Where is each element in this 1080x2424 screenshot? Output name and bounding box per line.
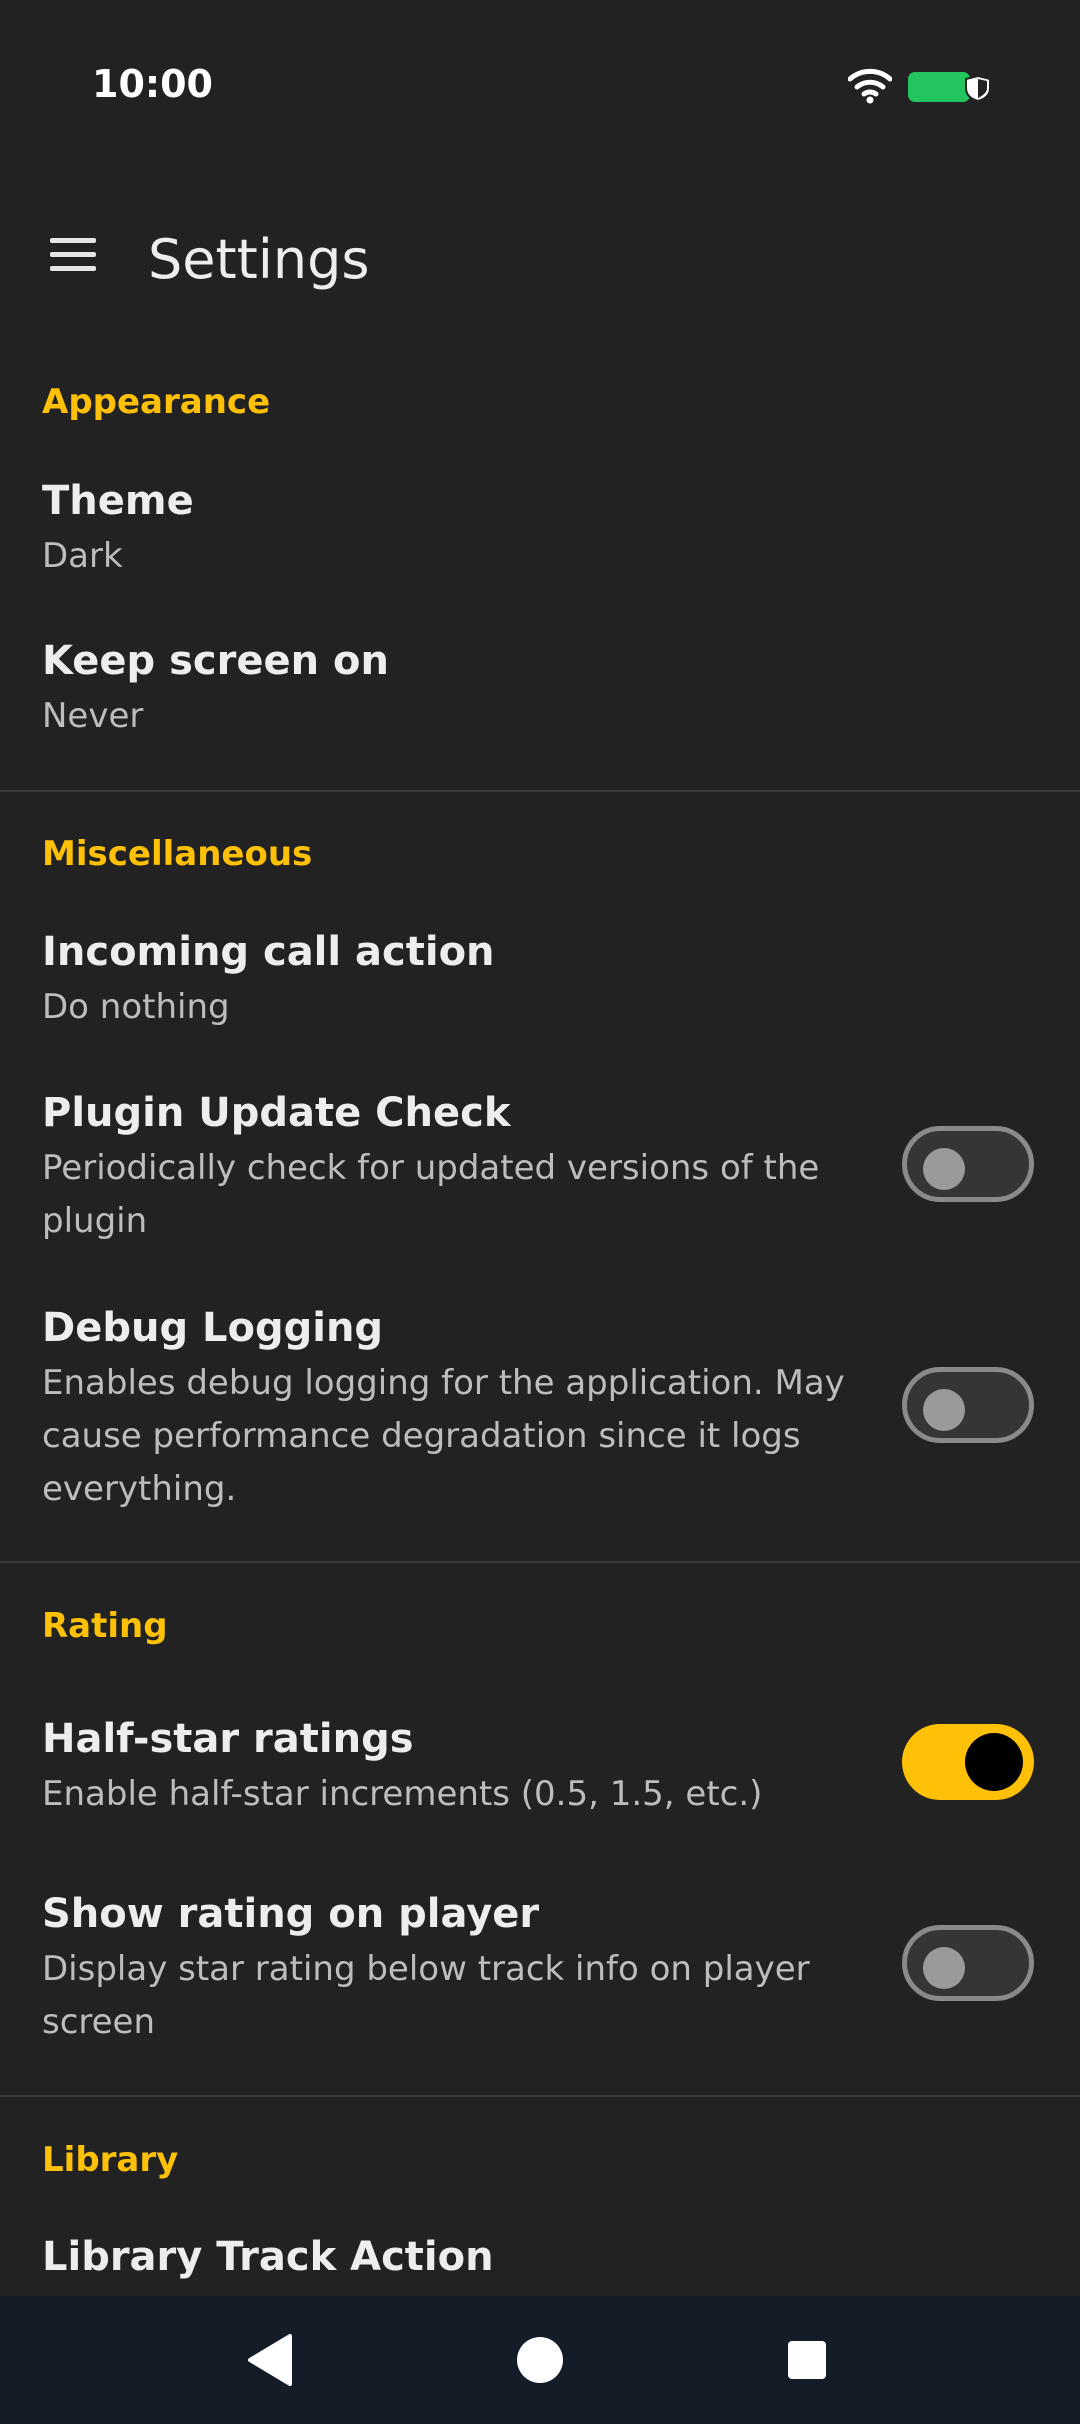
page-title: Settings [148, 228, 370, 291]
pref-summary: Dark [42, 536, 123, 576]
toggle-knob [923, 1148, 965, 1190]
pref-title: Library Track Action [42, 2234, 494, 2280]
divider [0, 1561, 1080, 1563]
section-header-library: Library [42, 2140, 179, 2180]
divider [0, 2095, 1080, 2097]
section-header-miscellaneous: Miscellaneous [42, 834, 313, 874]
pref-library-track-action[interactable]: Library Track Action [0, 2234, 1080, 2296]
pref-theme[interactable]: Theme Dark [0, 478, 1080, 588]
debug-logging-toggle[interactable] [902, 1367, 1034, 1443]
pref-title: Show rating on player [42, 1891, 540, 1937]
pref-summary: Do nothing [42, 987, 230, 1027]
pref-summary: Periodically check for updated versions … [42, 1148, 820, 1241]
pref-title: Theme [42, 478, 194, 524]
toggle-knob [923, 1389, 965, 1431]
toggle-knob [923, 1947, 965, 1989]
pref-title: Debug Logging [42, 1305, 384, 1351]
section-header-rating: Rating [42, 1606, 168, 1646]
pref-title: Incoming call action [42, 929, 495, 975]
home-icon [517, 2337, 563, 2383]
pref-incoming-call-action[interactable]: Incoming call action Do nothing [0, 929, 1080, 1039]
plugin-update-toggle[interactable] [902, 1126, 1034, 1202]
pref-summary: Enable half-star increments (0.5, 1.5, e… [42, 1774, 763, 1814]
status-time: 10:00 [92, 62, 213, 106]
pref-half-star-ratings[interactable]: Half-star ratings Enable half-star incre… [0, 1716, 1080, 1826]
recents-button[interactable] [747, 2296, 867, 2424]
battery-icon [908, 72, 991, 103]
back-button[interactable] [210, 2296, 330, 2424]
pref-debug-logging[interactable]: Debug Logging Enables debug logging for … [0, 1305, 1080, 1509]
pref-show-rating-on-player[interactable]: Show rating on player Display star ratin… [0, 1891, 1080, 2051]
status-bar: 10:00 [0, 0, 1080, 170]
home-button[interactable] [480, 2296, 600, 2424]
wifi-icon [848, 68, 892, 104]
pref-keep-screen-on[interactable]: Keep screen on Never [0, 638, 1080, 748]
settings-screen: 10:00 Settings Appearance Theme Dark Kee… [0, 0, 1080, 2424]
recents-icon [788, 2341, 826, 2379]
half-star-ratings-toggle[interactable] [902, 1724, 1034, 1800]
pref-summary: Never [42, 696, 144, 736]
system-nav-bar [0, 2296, 1080, 2424]
pref-summary: Enables debug logging for the applicatio… [42, 1363, 845, 1509]
hamburger-menu-icon[interactable] [44, 232, 104, 280]
pref-plugin-update-check[interactable]: Plugin Update Check Periodically check f… [0, 1090, 1080, 1250]
pref-title: Half-star ratings [42, 1716, 414, 1762]
divider [0, 790, 1080, 792]
pref-title: Keep screen on [42, 638, 389, 684]
back-icon [248, 2334, 292, 2386]
pref-title: Plugin Update Check [42, 1090, 511, 1136]
app-bar: Settings [0, 200, 1080, 312]
section-header-appearance: Appearance [42, 382, 271, 422]
toggle-knob [965, 1733, 1023, 1791]
show-rating-toggle[interactable] [902, 1925, 1034, 2001]
pref-summary: Display star rating below track info on … [42, 1949, 810, 2042]
